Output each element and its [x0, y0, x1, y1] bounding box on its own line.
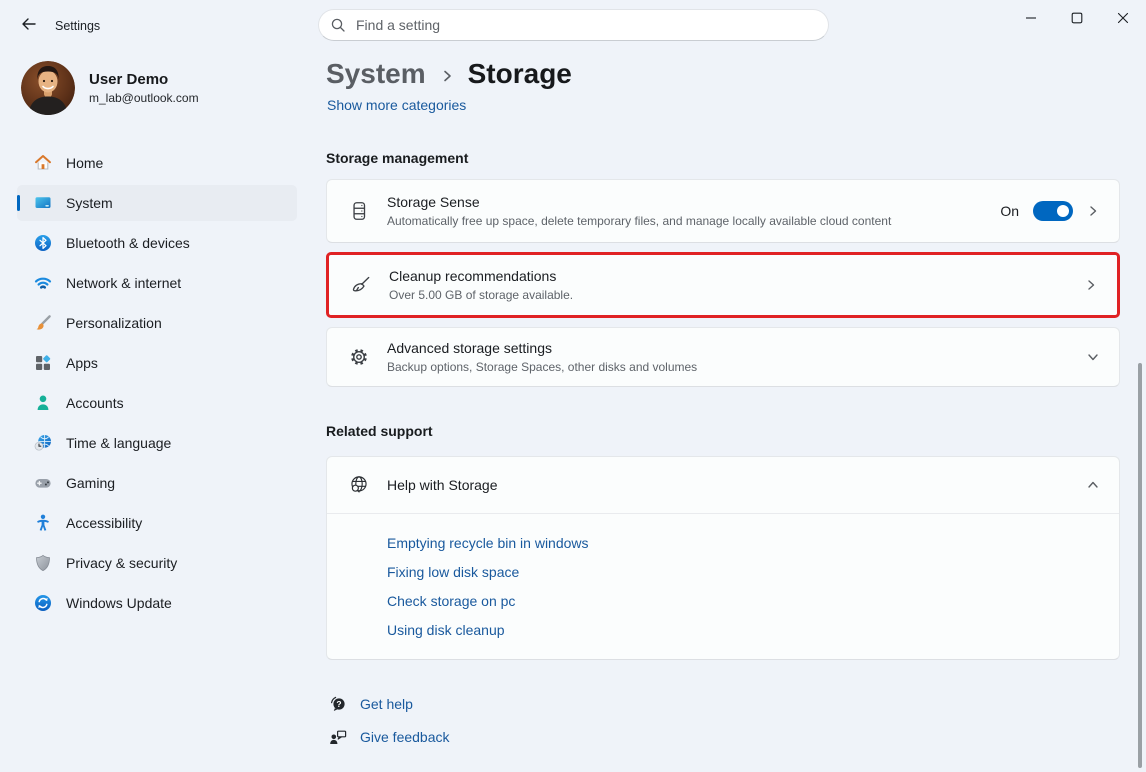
toggle-state-label: On [1000, 203, 1019, 219]
gear-icon [348, 346, 370, 368]
storage-sense-title: Storage Sense [387, 193, 891, 212]
show-more-categories-link[interactable]: Show more categories [327, 100, 466, 113]
maximize-button[interactable] [1054, 0, 1100, 36]
get-help-label: Get help [360, 696, 413, 712]
storage-sense-toggle[interactable] [1033, 201, 1073, 221]
search-input[interactable] [354, 16, 816, 34]
give-feedback-icon [328, 727, 348, 747]
svg-text:?: ? [336, 699, 341, 709]
cleanup-title: Cleanup recommendations [389, 267, 573, 286]
toggle-knob [1057, 205, 1069, 217]
cleanup-recommendations-card-highlighted: Cleanup recommendations Over 5.00 GB of … [326, 252, 1120, 318]
help-with-storage-title: Help with Storage [387, 476, 498, 495]
back-arrow-icon [21, 16, 37, 37]
user-name: User Demo [89, 71, 199, 88]
window-controls [1008, 0, 1146, 36]
maximize-icon [1071, 12, 1083, 24]
help-with-storage-card: Help with Storage Emptying recycle bin i… [326, 456, 1120, 660]
search-icon [331, 18, 345, 32]
cleanup-recommendations-row[interactable]: Cleanup recommendations Over 5.00 GB of … [329, 255, 1117, 315]
content-viewport: Show more categories Storage management … [0, 100, 1146, 772]
breadcrumb: System Storage [326, 58, 572, 90]
cleanup-description: Over 5.00 GB of storage available. [389, 287, 573, 303]
vertical-scrollbar[interactable] [1138, 363, 1142, 768]
help-link-fixing-low-disk-space[interactable]: Fixing low disk space [387, 564, 1119, 593]
page-title: Storage [468, 58, 572, 90]
chevron-right-icon [1087, 205, 1099, 217]
section-heading-related-support: Related support [326, 423, 433, 439]
back-button[interactable] [14, 12, 44, 40]
search-box[interactable] [318, 9, 829, 41]
get-help-icon: ? [328, 694, 348, 714]
section-heading-storage-management: Storage management [326, 150, 468, 166]
help-with-storage-row[interactable]: Help with Storage [327, 457, 1119, 513]
advanced-storage-settings-card: Advanced storage settings Backup options… [326, 327, 1120, 387]
help-links-list: Emptying recycle bin in windows Fixing l… [327, 514, 1119, 651]
give-feedback-label: Give feedback [360, 729, 450, 745]
help-link-using-disk-cleanup[interactable]: Using disk cleanup [387, 622, 1119, 651]
broom-icon [350, 274, 372, 296]
globe-search-icon [348, 474, 370, 496]
advanced-description: Backup options, Storage Spaces, other di… [387, 359, 697, 375]
get-help-link[interactable]: ? Get help [328, 694, 413, 714]
storage-sense-icon [348, 200, 370, 222]
storage-sense-card: Storage Sense Automatically free up spac… [326, 179, 1120, 243]
help-link-check-storage[interactable]: Check storage on pc [387, 593, 1119, 622]
app-title: Settings [55, 19, 100, 33]
chevron-up-icon [1087, 479, 1099, 491]
advanced-title: Advanced storage settings [387, 339, 697, 358]
close-icon [1117, 12, 1129, 24]
breadcrumb-chevron-icon [440, 69, 454, 83]
advanced-storage-settings-row[interactable]: Advanced storage settings Backup options… [327, 328, 1119, 386]
help-link-emptying-recycle-bin[interactable]: Emptying recycle bin in windows [387, 535, 1119, 564]
minimize-button[interactable] [1008, 0, 1054, 36]
minimize-icon [1025, 12, 1037, 24]
chevron-down-icon [1087, 351, 1099, 363]
storage-sense-row[interactable]: Storage Sense Automatically free up spac… [327, 180, 1119, 242]
chevron-right-icon [1085, 279, 1097, 291]
breadcrumb-parent[interactable]: System [326, 58, 426, 90]
close-button[interactable] [1100, 0, 1146, 36]
give-feedback-link[interactable]: Give feedback [328, 727, 450, 747]
storage-sense-description: Automatically free up space, delete temp… [387, 213, 891, 229]
